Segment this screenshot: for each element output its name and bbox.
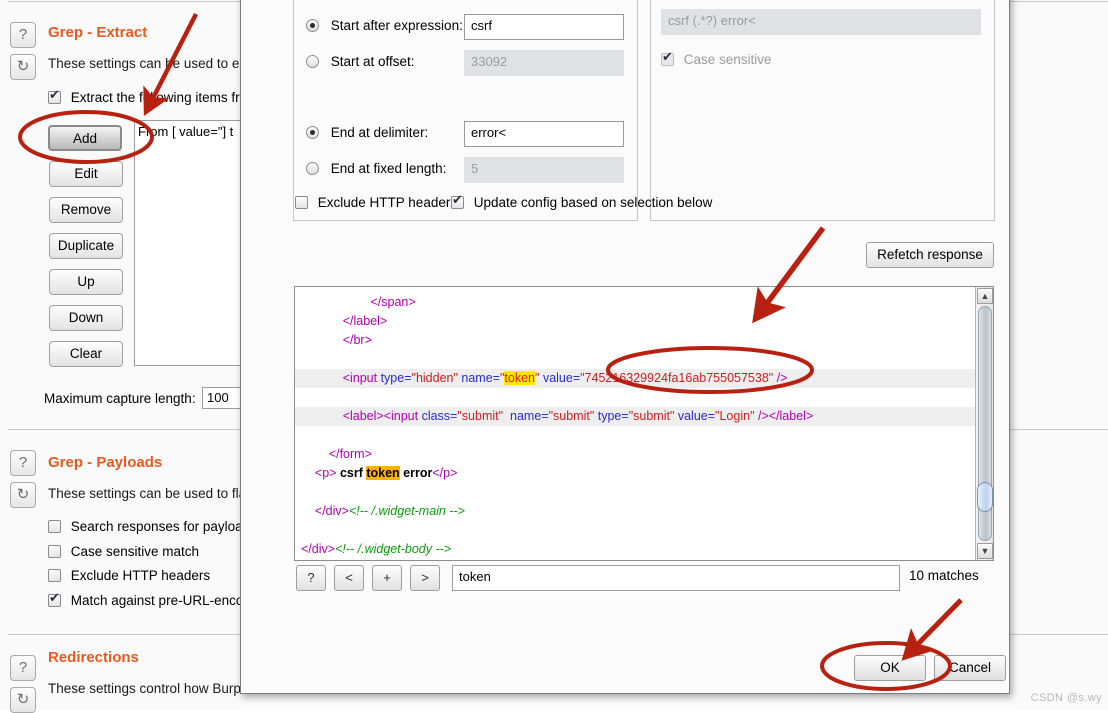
scroll-down-arrow-icon[interactable]: ▼ — [977, 543, 993, 559]
extract-items-list[interactable]: From [ value="] t — [134, 120, 254, 366]
refetch-response-button[interactable]: Refetch response — [866, 242, 994, 268]
radio-icon[interactable] — [306, 162, 319, 175]
regex-input[interactable]: csrf (.*?) error< — [661, 9, 981, 35]
checkbox-label: Extract the following items fro — [70, 90, 248, 105]
section-title-redirections: Redirections — [48, 649, 139, 666]
checkbox-icon[interactable] — [48, 591, 61, 607]
radio-icon[interactable] — [306, 55, 319, 68]
code-line[interactable]: </div><!-- /.widget-body --> — [295, 540, 975, 559]
code-line[interactable] — [295, 388, 975, 407]
duplicate-button[interactable]: Duplicate — [49, 233, 123, 259]
code-line[interactable] — [295, 483, 975, 502]
code-line[interactable]: </br> — [295, 331, 975, 350]
section-icons-grep-extract: ? ↻ — [10, 22, 36, 80]
start-at-offset-input[interactable]: 33092 — [464, 50, 624, 76]
radio-end-at-delimiter[interactable]: End at delimiter: — [306, 125, 428, 140]
scrollbar-grip[interactable] — [977, 482, 993, 512]
code-line[interactable]: </span> — [295, 293, 975, 312]
end-at-delimiter-input[interactable]: error< — [464, 121, 624, 147]
checkbox-icon[interactable] — [48, 545, 61, 558]
radio-label: End at fixed length: — [330, 161, 447, 176]
checkbox-exclude-http-headers[interactable]: Exclude HTTP headers — [48, 568, 210, 583]
code-line[interactable]: </label> — [295, 312, 975, 331]
checkbox-update-config-based-on-selection[interactable]: Update config based on selection below — [451, 193, 713, 210]
down-button[interactable]: Down — [49, 305, 123, 331]
checkbox-label: Exclude HTTP headers — [317, 195, 458, 210]
checkbox-icon[interactable] — [48, 520, 61, 533]
radio-label: Start after expression: — [330, 18, 463, 33]
checkbox-label: Match against pre-URL-encod — [70, 593, 251, 608]
checkbox-icon[interactable] — [451, 193, 464, 209]
start-after-expression-input[interactable]: csrf — [464, 14, 624, 40]
checkbox-icon[interactable] — [48, 569, 61, 582]
radio-label: Start at offset: — [330, 54, 415, 69]
search-help-button[interactable]: ? — [296, 565, 326, 591]
checkbox-extract-items[interactable]: Extract the following items fro — [48, 88, 248, 105]
search-input[interactable]: token — [452, 565, 900, 591]
end-at-fixed-length-input[interactable]: 5 — [464, 157, 624, 183]
code-line[interactable]: </form> — [295, 445, 975, 464]
section-icons-grep-payloads: ? ↻ — [10, 450, 36, 508]
search-previous-button[interactable]: < — [334, 565, 364, 591]
checkbox-regex-case-sensitive[interactable]: Case sensitive — [661, 50, 772, 67]
search-add-button[interactable]: + — [372, 565, 402, 591]
checkbox-label: Search responses for payload — [70, 519, 251, 534]
watermark: CSDN @s.wy — [1030, 692, 1102, 704]
regex-group-panel: csrf (.*?) error< Case sensitive — [650, 0, 995, 221]
section-description-grep-extract: These settings can be used to ex — [48, 56, 247, 71]
search-next-button[interactable]: > — [410, 565, 440, 591]
section-title-grep-extract: Grep - Extract — [48, 24, 148, 41]
code-scrollbar[interactable]: ▲ ▼ — [975, 287, 993, 560]
up-button[interactable]: Up — [49, 269, 123, 295]
radio-icon[interactable] — [306, 126, 319, 139]
define-extract-grep-item-dialog: Define start and end Start after express… — [240, 0, 1010, 694]
clear-button[interactable]: Clear — [49, 341, 123, 367]
checkbox-label: Case sensitive — [683, 52, 772, 67]
code-line[interactable]: <input type="hidden" name="token" value=… — [295, 369, 975, 388]
list-item[interactable]: From [ value="] t — [135, 121, 253, 139]
checkbox-case-sensitive-match[interactable]: Case sensitive match — [48, 544, 199, 559]
match-count-label: 10 matches — [909, 568, 979, 583]
add-button[interactable]: Add — [48, 125, 122, 151]
code-line[interactable]: <label><input class="submit" name="submi… — [295, 407, 975, 426]
section-icons-redirections: ? ↻ — [10, 655, 36, 713]
radio-start-after-expression[interactable]: Start after expression: — [306, 18, 463, 33]
max-capture-length-label: Maximum capture length: — [44, 391, 196, 406]
question-icon[interactable]: ? — [10, 22, 36, 48]
radio-label: End at delimiter: — [330, 125, 429, 140]
checkbox-search-responses-for-payloads[interactable]: Search responses for payload — [48, 519, 250, 534]
scroll-up-arrow-icon[interactable]: ▲ — [977, 288, 993, 304]
refresh-icon[interactable]: ↻ — [10, 687, 36, 713]
code-line[interactable]: </div><!-- /.widget-main --> — [295, 502, 975, 521]
response-code-viewer[interactable]: </span> </label> </br> <input type="hidd… — [294, 286, 994, 561]
question-icon[interactable]: ? — [10, 450, 36, 476]
checkbox-match-against-pre-url-encoded[interactable]: Match against pre-URL-encod — [48, 591, 251, 608]
section-description-grep-payloads: These settings can be used to fla — [48, 486, 247, 501]
code-line[interactable] — [295, 521, 975, 540]
question-icon[interactable]: ? — [10, 655, 36, 681]
cancel-button[interactable]: Cancel — [934, 655, 1006, 681]
code-line[interactable]: <p> csrf token error</p> — [295, 464, 975, 483]
code-line[interactable] — [295, 350, 975, 369]
section-title-grep-payloads: Grep - Payloads — [48, 454, 163, 471]
ok-button[interactable]: OK — [854, 655, 926, 681]
checkbox-icon[interactable] — [48, 88, 61, 104]
checkbox-dialog-exclude-http-headers[interactable]: Exclude HTTP headers — [295, 195, 457, 210]
start-end-panel: Start after expression: csrf Start at of… — [293, 0, 638, 221]
checkbox-label: Update config based on selection below — [473, 195, 713, 210]
code-lines[interactable]: </span> </label> </br> <input type="hidd… — [295, 287, 975, 560]
remove-button[interactable]: Remove — [49, 197, 123, 223]
refresh-icon[interactable]: ↻ — [10, 54, 36, 80]
radio-start-at-offset[interactable]: Start at offset: — [306, 54, 415, 69]
checkbox-label: Case sensitive match — [70, 544, 200, 559]
edit-button[interactable]: Edit — [49, 161, 123, 187]
checkbox-label: Exclude HTTP headers — [70, 568, 211, 583]
checkbox-icon[interactable] — [295, 196, 308, 209]
checkbox-icon[interactable] — [661, 50, 674, 66]
radio-end-at-fixed-length[interactable]: End at fixed length: — [306, 161, 446, 176]
code-line[interactable] — [295, 426, 975, 445]
radio-icon[interactable] — [306, 19, 319, 32]
section-description-redirections: These settings control how Burp — [48, 681, 241, 696]
refresh-icon[interactable]: ↻ — [10, 482, 36, 508]
